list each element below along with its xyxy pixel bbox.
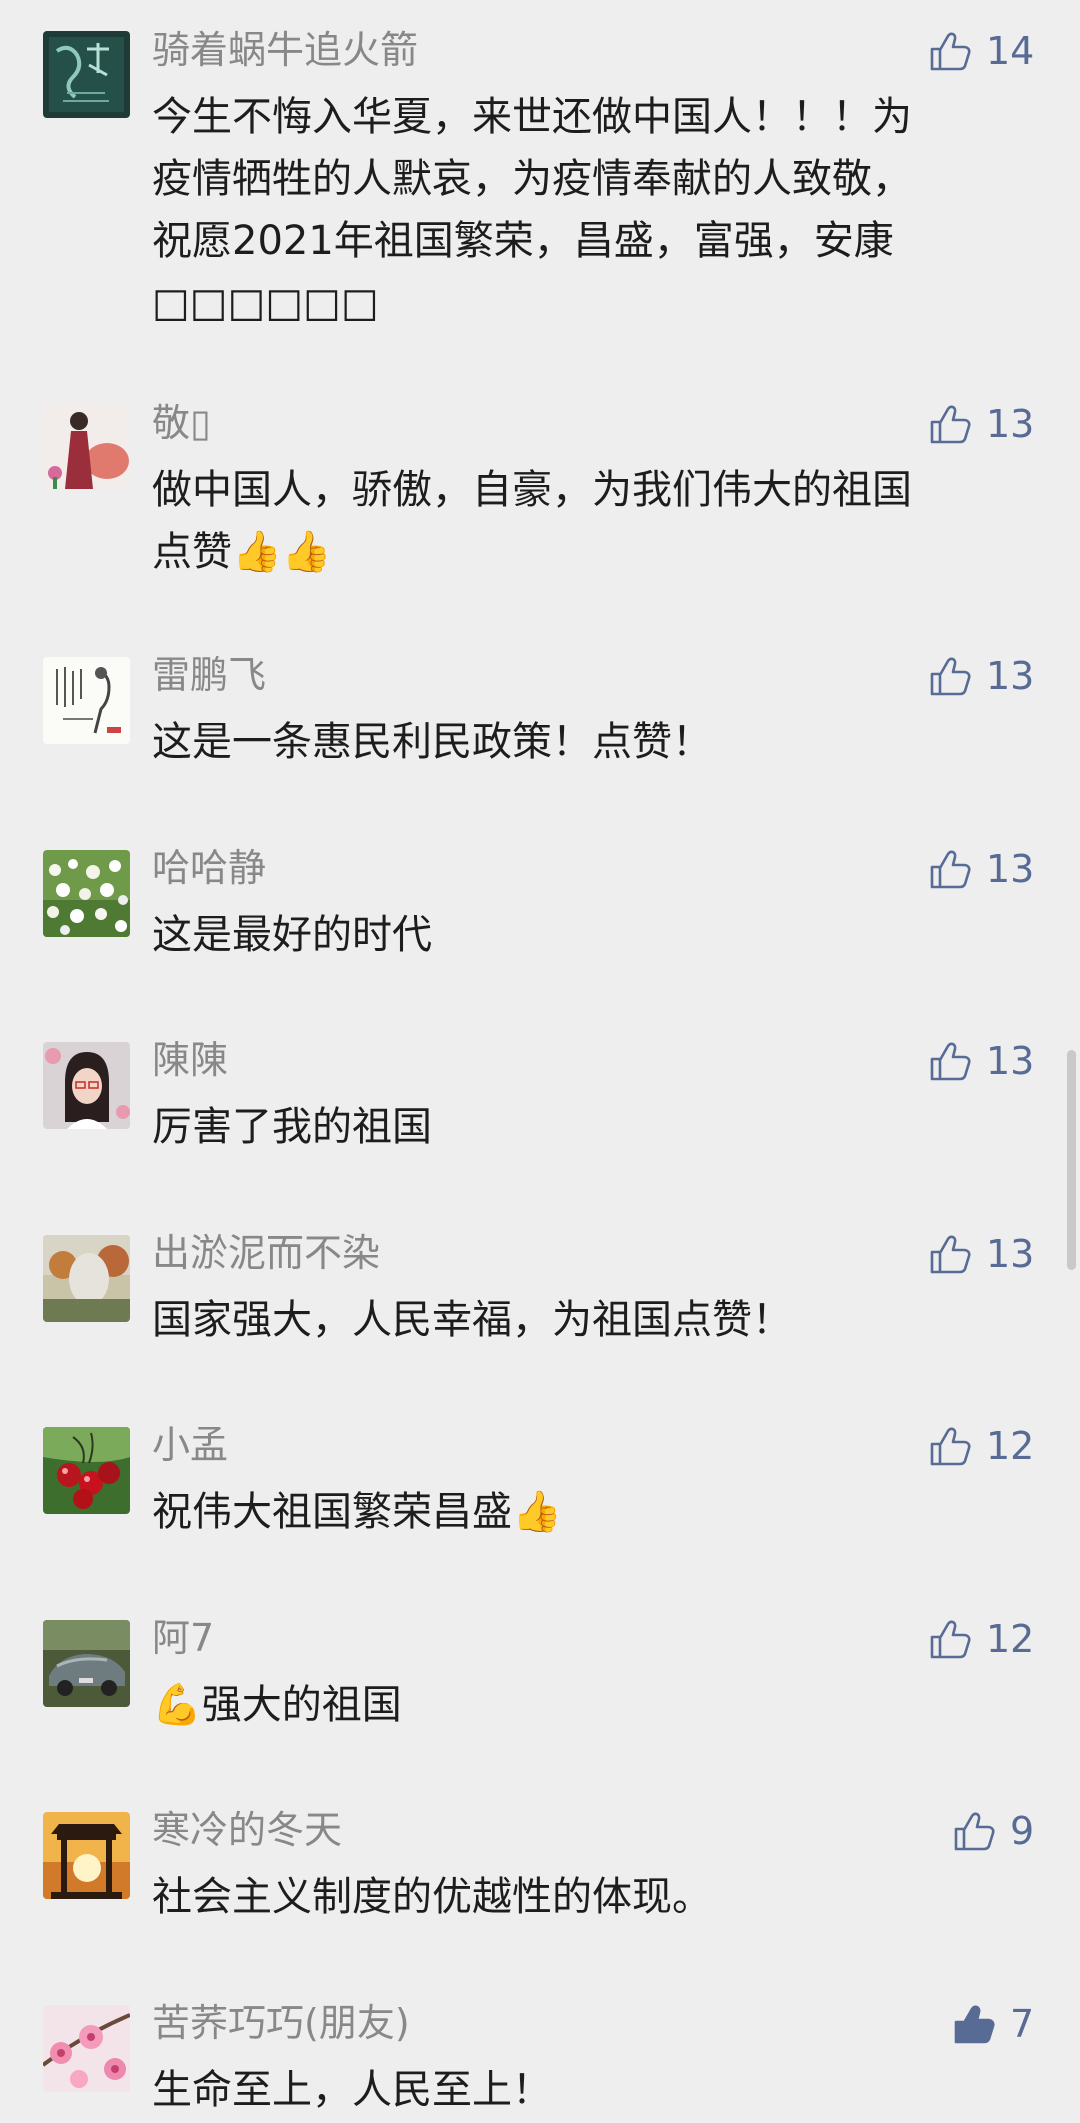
like-button[interactable]: 9 bbox=[952, 1808, 1034, 1854]
thumbs-up-icon bbox=[930, 1235, 971, 1274]
like-count: 7 bbox=[1010, 2002, 1035, 2046]
like-count: 13 bbox=[986, 847, 1035, 891]
comment-text: 祝伟大祖国繁荣昌盛👍 bbox=[152, 1489, 562, 1535]
comment-nickname[interactable]: 苦荞巧巧(朋友) bbox=[152, 1997, 410, 2049]
thumbs-up-icon bbox=[930, 1042, 971, 1081]
comment-nickname[interactable]: 雷鹏飞 bbox=[152, 649, 266, 701]
comment-text: 今生不悔入华夏，来世还做中国人！！！为 疫情牺牲的人默哀，为疫情奉献的人致敬， … bbox=[152, 94, 912, 326]
thumbs-up-icon bbox=[930, 850, 971, 889]
avatar[interactable] bbox=[43, 657, 130, 744]
comment-nickname[interactable]: 阿7 bbox=[152, 1612, 214, 1664]
thumbs-up-icon bbox=[954, 1812, 995, 1851]
scrollbar[interactable] bbox=[1067, 1050, 1076, 1270]
like-button[interactable]: 7 bbox=[952, 2001, 1034, 2047]
like-count: 14 bbox=[986, 29, 1035, 73]
avatar[interactable] bbox=[43, 1042, 130, 1129]
comment-text: 厉害了我的祖国 bbox=[152, 1104, 432, 1150]
comment-nickname[interactable]: 小孟 bbox=[152, 1419, 228, 1471]
comment-nickname[interactable]: 寒冷的冬天 bbox=[152, 1804, 342, 1856]
comment-text: 这是一条惠民利民政策！点赞！ bbox=[152, 719, 712, 765]
like-button[interactable]: 12 bbox=[928, 1616, 1034, 1662]
like-button[interactable]: 12 bbox=[928, 1423, 1034, 1469]
comment-nickname[interactable]: 敬▯ bbox=[152, 397, 211, 449]
like-button[interactable]: 13 bbox=[928, 1231, 1034, 1277]
like-count: 12 bbox=[986, 1424, 1035, 1468]
comment-text: 国家强大，人民幸福，为祖国点赞！ bbox=[152, 1297, 792, 1343]
comment-text: 💪强大的祖国 bbox=[152, 1682, 402, 1728]
like-count: 9 bbox=[1010, 1809, 1035, 1853]
comment-list: 骑着蜗牛追火箭 14 今生不悔入华夏，来世还做中国人！！！为 疫情牺牲的人默哀，… bbox=[0, 0, 1080, 2123]
thumbs-up-filled-icon bbox=[954, 2005, 995, 2044]
avatar[interactable] bbox=[43, 403, 130, 490]
like-count: 13 bbox=[986, 1232, 1035, 1276]
avatar[interactable] bbox=[43, 31, 130, 118]
thumbs-up-icon bbox=[930, 405, 971, 444]
comment-nickname[interactable]: 陳陳 bbox=[152, 1034, 228, 1086]
comment-text: 做中国人，骄傲，自豪，为我们伟大的祖国 点赞👍👍 bbox=[152, 467, 912, 575]
thumbs-up-icon bbox=[930, 1427, 971, 1466]
thumbs-up-icon bbox=[930, 32, 971, 71]
comment-text: 生命至上，人民至上！ bbox=[152, 2067, 552, 2113]
like-count: 12 bbox=[986, 1617, 1035, 1661]
thumbs-up-icon bbox=[930, 1620, 971, 1659]
avatar[interactable] bbox=[43, 2005, 130, 2092]
comment-text: 这是最好的时代 bbox=[152, 912, 432, 958]
comment-text: 社会主义制度的优越性的体现。 bbox=[152, 1874, 712, 1920]
avatar[interactable] bbox=[43, 850, 130, 937]
like-count: 13 bbox=[986, 1039, 1035, 1083]
avatar[interactable] bbox=[43, 1427, 130, 1514]
like-button[interactable]: 13 bbox=[928, 846, 1034, 892]
like-button[interactable]: 13 bbox=[928, 401, 1034, 447]
thumbs-up-icon bbox=[930, 657, 971, 696]
avatar[interactable] bbox=[43, 1620, 130, 1707]
like-count: 13 bbox=[986, 402, 1035, 446]
comment-nickname[interactable]: 哈哈静 bbox=[152, 842, 266, 894]
comment-nickname[interactable]: 出淤泥而不染 bbox=[152, 1227, 380, 1279]
comment-nickname[interactable]: 骑着蜗牛追火箭 bbox=[152, 24, 418, 76]
like-count: 13 bbox=[986, 654, 1035, 698]
avatar[interactable] bbox=[43, 1812, 130, 1899]
like-button[interactable]: 13 bbox=[928, 653, 1034, 699]
like-button[interactable]: 14 bbox=[928, 28, 1034, 74]
like-button[interactable]: 13 bbox=[928, 1038, 1034, 1084]
avatar[interactable] bbox=[43, 1235, 130, 1322]
